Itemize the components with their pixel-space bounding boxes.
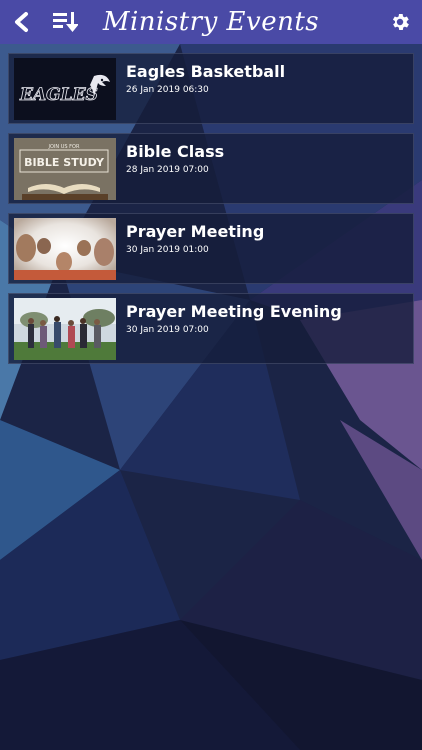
- bible-study-subtext: JOIN US FOR: [48, 144, 80, 150]
- event-date: 30 Jan 2019 01:00: [126, 245, 209, 255]
- event-thumbnail: JOIN US FOR BIBLE STUDY: [14, 138, 116, 200]
- event-title: Eagles Basketball: [126, 62, 286, 81]
- sort-button[interactable]: [48, 0, 82, 44]
- event-date: 28 Jan 2019 07:00: [126, 165, 209, 175]
- event-card[interactable]: Prayer Meeting 30 Jan 2019 01:00: [8, 213, 414, 284]
- event-card[interactable]: Prayer Meeting Evening 30 Jan 2019 07:00: [8, 293, 414, 364]
- event-date: 26 Jan 2019 06:30: [126, 85, 209, 95]
- gear-icon: [392, 14, 409, 30]
- back-button[interactable]: [6, 0, 36, 44]
- event-card[interactable]: JOIN US FOR BIBLE STUDY Bible Class 28 J…: [8, 133, 414, 204]
- event-thumbnail: [14, 298, 116, 360]
- chevron-left-icon: [15, 12, 28, 32]
- sort-descending-icon: [53, 12, 78, 32]
- event-card[interactable]: EAGLES Eagles Basketball 26 Jan 2019 06:…: [8, 53, 414, 124]
- app-header: Ministry Events: [0, 0, 422, 44]
- page-title: Ministry Events: [102, 7, 320, 37]
- settings-button[interactable]: [382, 0, 418, 44]
- events-list: EAGLES Eagles Basketball 26 Jan 2019 06:…: [8, 53, 414, 373]
- eagles-logo-text: EAGLES: [19, 85, 98, 105]
- event-thumbnail: EAGLES: [14, 58, 116, 120]
- event-title: Prayer Meeting: [126, 222, 265, 241]
- event-title: Prayer Meeting Evening: [126, 302, 342, 321]
- event-title: Bible Class: [126, 142, 225, 161]
- event-date: 30 Jan 2019 07:00: [126, 325, 209, 335]
- bible-study-text: BIBLE STUDY: [24, 156, 105, 169]
- event-thumbnail: [14, 218, 116, 280]
